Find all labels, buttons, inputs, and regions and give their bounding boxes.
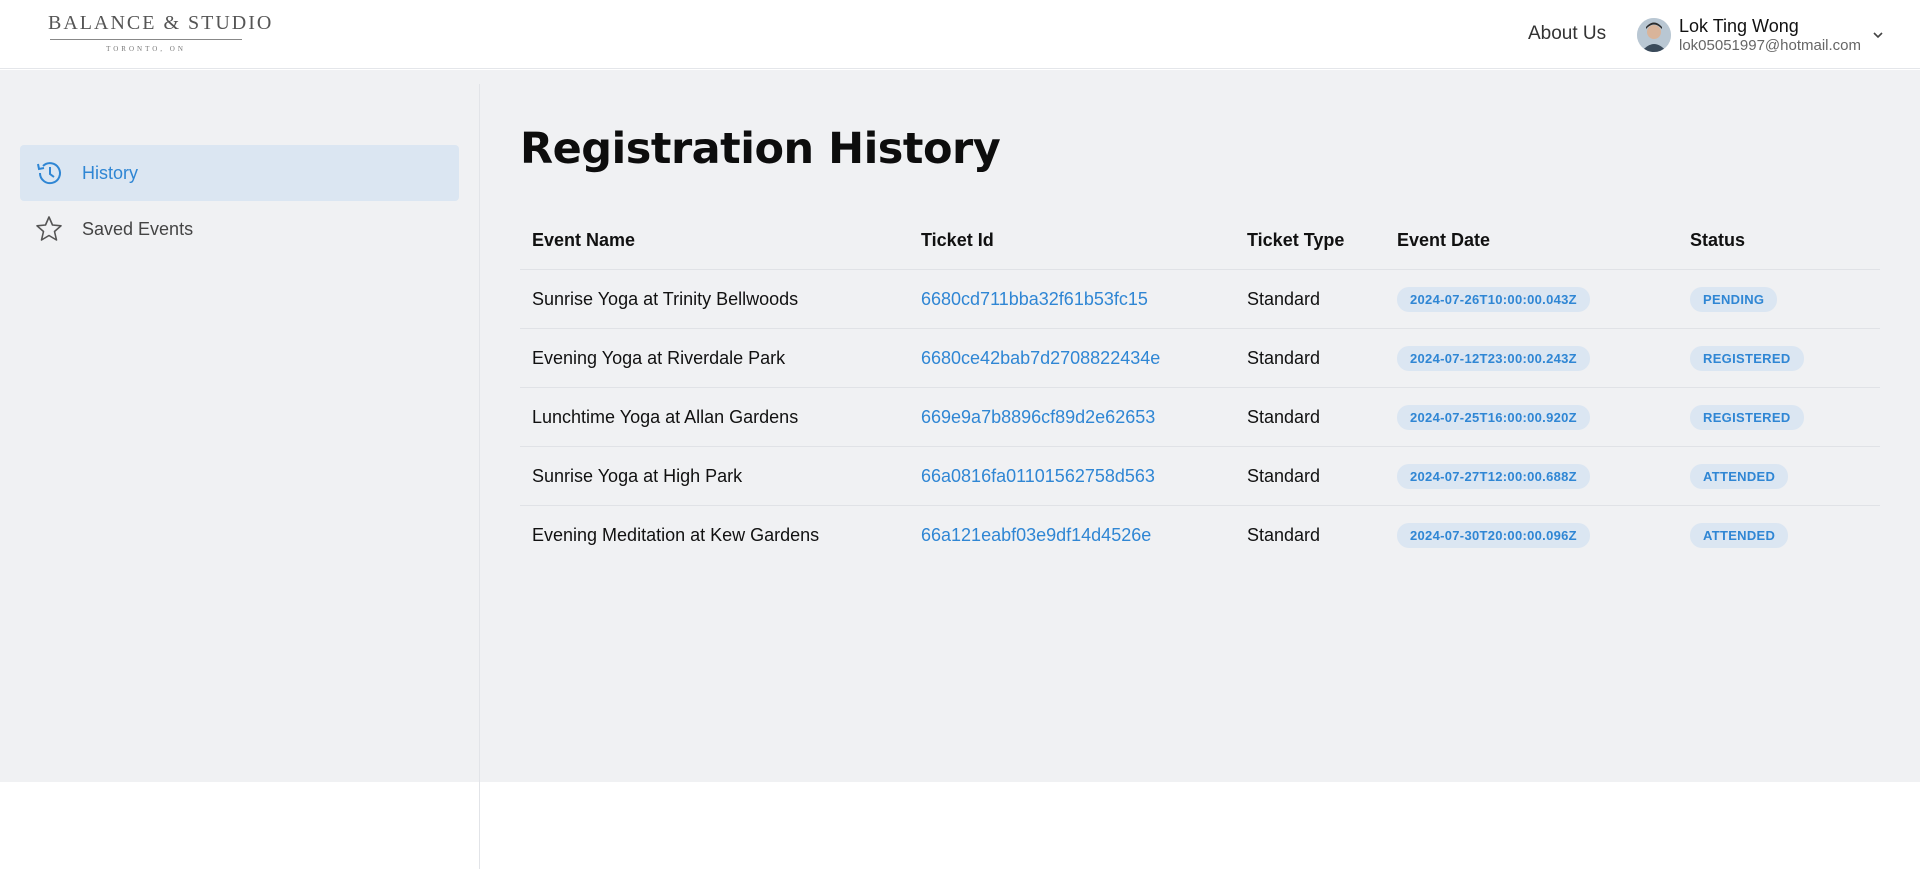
registration-table: Event Name Ticket Id Ticket Type Event D… xyxy=(520,212,1880,565)
ticket-type: Standard xyxy=(1247,288,1321,309)
event-date-badge: 2024-07-25T16:00:00.920Z xyxy=(1397,404,1590,430)
status-badge: REGISTERED xyxy=(1690,404,1804,430)
ticket-type: Standard xyxy=(1247,406,1321,427)
event-name: Sunrise Yoga at High Park xyxy=(532,465,743,486)
ticket-type: Standard xyxy=(1247,525,1321,545)
status-cell: REGISTERED xyxy=(1690,388,1804,446)
event-date-cell: 2024-07-12T23:00:00.243Z xyxy=(1397,329,1590,387)
about-us-link[interactable]: About Us xyxy=(1528,23,1606,45)
logo-wordmark: BALANCE & STUDIO xyxy=(48,12,274,34)
sidebar-item-label: Saved Events xyxy=(82,218,194,239)
status-cell: ATTENDED xyxy=(1690,506,1789,565)
user-menu[interactable]: Lok Ting Wong lok05051997@hotmail.com xyxy=(1637,14,1885,56)
status-badge: REGISTERED xyxy=(1690,345,1804,371)
sidebar-divider xyxy=(479,84,480,869)
user-info: Lok Ting Wong lok05051997@hotmail.com xyxy=(1679,17,1861,53)
chevron-down-icon[interactable] xyxy=(1871,28,1885,42)
event-date-cell: 2024-07-27T12:00:00.688Z xyxy=(1397,447,1590,505)
event-date-cell: 2024-07-30T20:00:00.096Z xyxy=(1397,506,1590,565)
ticket-type: Standard xyxy=(1247,465,1321,486)
column-header-status: Status xyxy=(1690,230,1746,250)
column-header-event-date: Event Date xyxy=(1397,230,1491,250)
sidebar-item-saved-events[interactable]: Saved Events xyxy=(20,201,459,257)
user-name: Lok Ting Wong xyxy=(1679,16,1799,36)
table-row: Lunchtime Yoga at Allan Gardens 669e9a7b… xyxy=(520,388,1880,447)
column-header-ticket-id: Ticket Id xyxy=(921,230,994,250)
user-email: lok05051997@hotmail.com xyxy=(1679,37,1861,54)
status-badge: PENDING xyxy=(1690,286,1778,312)
status-cell: REGISTERED xyxy=(1690,329,1804,387)
brand-logo[interactable]: BALANCE & STUDIO TORONTO, ON xyxy=(48,12,274,62)
event-date-badge: 2024-07-30T20:00:00.096Z xyxy=(1397,523,1590,548)
ticket-id-link[interactable]: 66a0816fa01101562758d563 xyxy=(921,447,1155,505)
sidebar-item-label: History xyxy=(82,162,139,183)
event-date-cell: 2024-07-25T16:00:00.920Z xyxy=(1397,388,1590,446)
status-cell: ATTENDED xyxy=(1690,447,1789,505)
ticket-id-link[interactable]: 6680cd711bba32f61b53fc15 xyxy=(921,270,1148,328)
avatar xyxy=(1637,18,1671,52)
table-header-row: Event Name Ticket Id Ticket Type Event D… xyxy=(520,212,1880,270)
ticket-id-link[interactable]: 66a121eabf03e9df14d4526e xyxy=(921,506,1151,565)
event-name: Lunchtime Yoga at Allan Gardens xyxy=(532,406,799,427)
logo-location: TORONTO, ON xyxy=(106,45,186,53)
event-name: Sunrise Yoga at Trinity Bellwoods xyxy=(532,288,799,309)
ticket-id-link[interactable]: 669e9a7b8896cf89d2e62653 xyxy=(921,388,1155,446)
sidebar-item-history[interactable]: History xyxy=(20,145,459,201)
status-cell: PENDING xyxy=(1690,270,1778,328)
star-icon xyxy=(36,216,62,241)
table-row: Sunrise Yoga at High Park 66a0816fa01101… xyxy=(520,447,1880,506)
event-date-badge: 2024-07-27T12:00:00.688Z xyxy=(1397,463,1590,489)
table-row: Evening Meditation at Kew Gardens 66a121… xyxy=(520,506,1880,565)
event-name: Evening Meditation at Kew Gardens xyxy=(532,525,820,545)
table-row: Sunrise Yoga at Trinity Bellwoods 6680cd… xyxy=(520,270,1880,329)
column-header-ticket-type: Ticket Type xyxy=(1247,230,1345,250)
column-header-event-name: Event Name xyxy=(532,230,636,250)
top-header: BALANCE & STUDIO TORONTO, ON About Us Lo… xyxy=(0,0,1920,69)
page-title: Registration History xyxy=(520,124,1001,174)
status-badge: ATTENDED xyxy=(1690,463,1789,489)
event-name: Evening Yoga at Riverdale Park xyxy=(532,347,786,368)
event-date-badge: 2024-07-26T10:00:00.043Z xyxy=(1397,286,1590,312)
table-row: Evening Yoga at Riverdale Park 6680ce42b… xyxy=(520,329,1880,388)
history-icon xyxy=(37,162,61,185)
ticket-id-link[interactable]: 6680ce42bab7d2708822434e xyxy=(921,329,1160,387)
event-date-cell: 2024-07-26T10:00:00.043Z xyxy=(1397,270,1590,328)
logo-rule xyxy=(50,39,242,40)
ticket-type: Standard xyxy=(1247,347,1321,368)
status-badge: ATTENDED xyxy=(1690,523,1789,548)
event-date-badge: 2024-07-12T23:00:00.243Z xyxy=(1397,345,1590,371)
